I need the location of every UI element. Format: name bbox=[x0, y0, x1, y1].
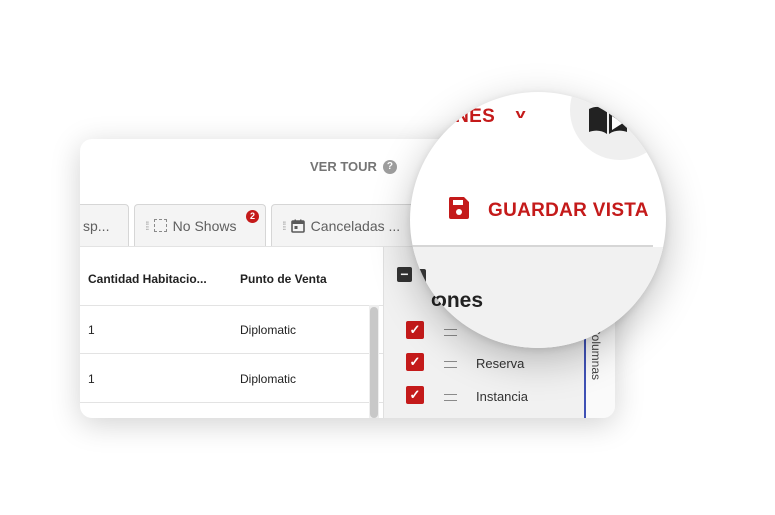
column-checkbox[interactable]: ✓ bbox=[406, 353, 424, 371]
tab-label: sp... bbox=[83, 217, 110, 234]
save-view-button[interactable]: GUARDAR VISTA bbox=[488, 200, 649, 222]
column-header[interactable]: Cantidad Habitacio... bbox=[88, 272, 207, 286]
table-cell: Diplomatic bbox=[240, 372, 297, 386]
toggle-all-checkbox[interactable] bbox=[410, 269, 426, 287]
scrollbar-thumb[interactable] bbox=[370, 307, 378, 418]
drag-handle-icon: ⁞⁞ bbox=[145, 218, 149, 233]
zoom-magnifier: ONES v GUARDAR VISTA ones bbox=[410, 92, 666, 348]
actions-menu-label[interactable]: ONES bbox=[440, 106, 495, 128]
drag-handle-icon[interactable] bbox=[444, 361, 457, 368]
column-checkbox[interactable]: ✓ bbox=[406, 386, 424, 404]
tab-canceladas[interactable]: ⁞⁞ Canceladas ... bbox=[271, 204, 421, 246]
column-header[interactable]: Punto de Venta bbox=[240, 272, 327, 286]
drag-handle-icon: ⁞⁞ bbox=[282, 218, 286, 233]
save-icon bbox=[448, 197, 469, 219]
tab-label: Canceladas ... bbox=[310, 217, 401, 234]
video-tutorial-icon bbox=[589, 106, 627, 134]
dashed-box-icon bbox=[153, 219, 167, 232]
tab-no-shows[interactable]: ⁞⁞ No Shows bbox=[134, 204, 266, 246]
column-label: Reserva bbox=[476, 356, 525, 371]
drag-handle-icon[interactable] bbox=[444, 394, 457, 401]
table-cell: Diplomatic bbox=[240, 323, 297, 337]
tab-partial[interactable]: sp... bbox=[80, 204, 129, 246]
help-icon: ? bbox=[382, 159, 397, 174]
row-divider bbox=[80, 402, 383, 403]
tour-button[interactable]: VER TOUR ? bbox=[310, 159, 397, 174]
tour-label: VER TOUR bbox=[310, 159, 377, 174]
table-cell: 1 bbox=[88, 372, 95, 386]
tab-label: No Shows bbox=[172, 217, 237, 234]
table-header: Cantidad Habitacio... Punto de Venta bbox=[80, 247, 383, 306]
table-cell: 1 bbox=[88, 323, 95, 337]
calendar-icon bbox=[290, 219, 305, 233]
chevron-down-icon: v bbox=[515, 106, 526, 121]
row-divider bbox=[80, 353, 383, 354]
magnified-panel-heading: ones bbox=[434, 289, 484, 312]
column-label: Instancia bbox=[476, 389, 529, 404]
notification-badge: 2 bbox=[246, 210, 259, 223]
